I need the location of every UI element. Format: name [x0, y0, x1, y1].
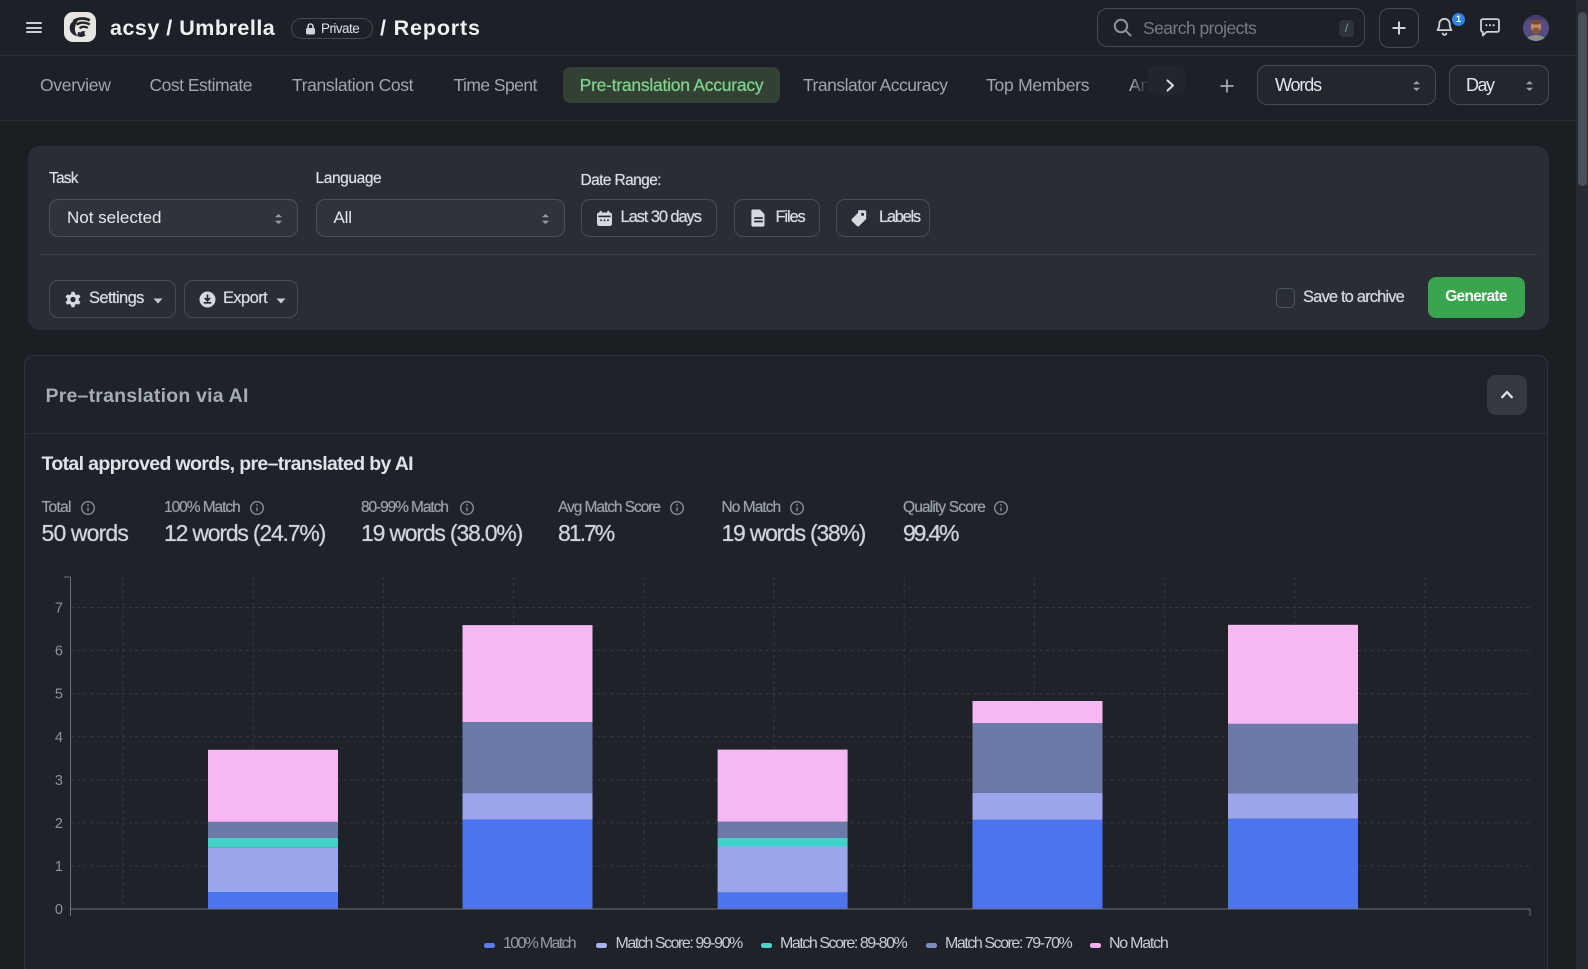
svg-text:2: 2: [55, 816, 63, 832]
svg-text:7: 7: [55, 601, 63, 617]
svg-text:3: 3: [55, 773, 63, 789]
svg-text:4: 4: [55, 730, 63, 746]
svg-text:6: 6: [55, 644, 63, 660]
svg-text:1: 1: [55, 859, 63, 875]
svg-text:0: 0: [55, 902, 63, 918]
svg-text:5: 5: [55, 687, 63, 703]
